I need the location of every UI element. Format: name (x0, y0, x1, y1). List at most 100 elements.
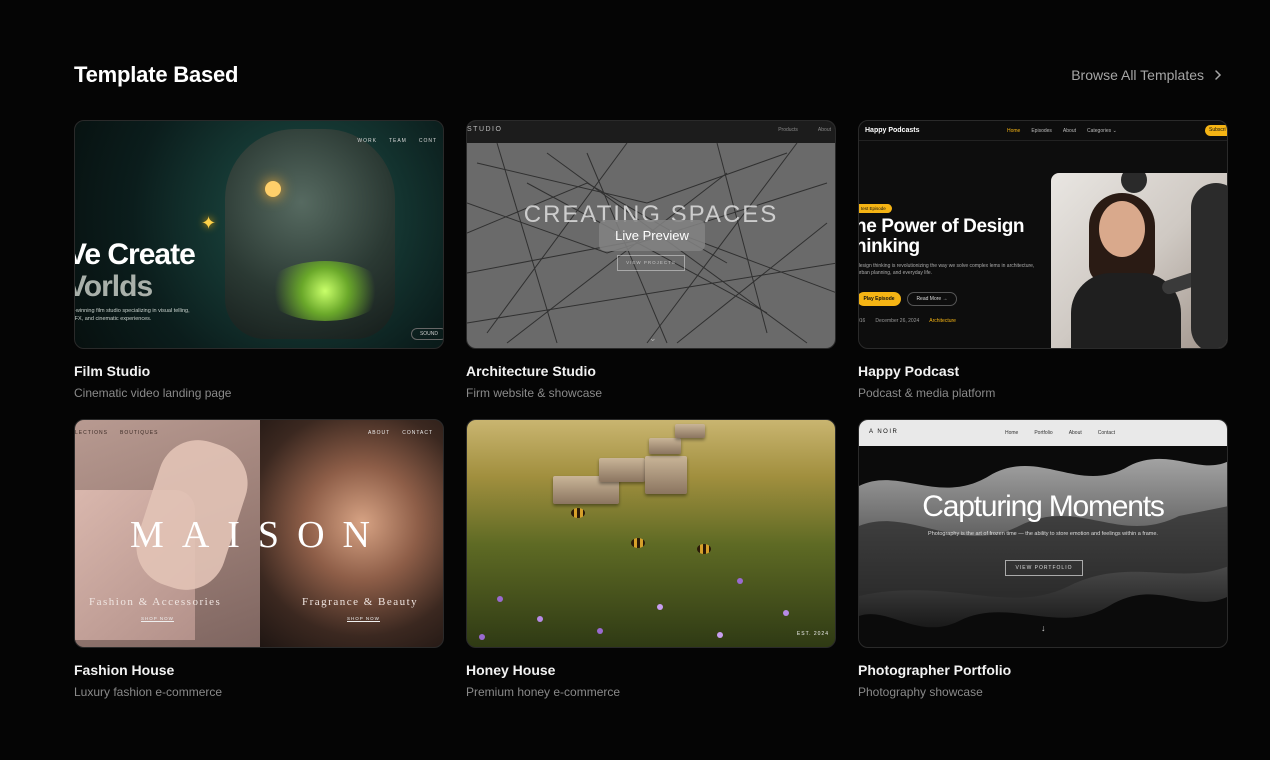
fashion-shop-link: SHOP NOW (347, 616, 380, 622)
film-blurb: d-winning film studio specializing in vi… (74, 308, 190, 322)
card-subtitle: Podcast & media platform (858, 386, 996, 400)
film-headline-line2: Vorlds (74, 270, 153, 303)
flower-icon (537, 616, 543, 622)
sound-toggle: SOUND (410, 328, 443, 340)
photo-headline: Capturing Moments (922, 490, 1165, 523)
bee-icon (571, 508, 585, 518)
robot-eye-glow (265, 181, 281, 197)
photo-blurb: Photography is the art of frozen time — … (928, 531, 1158, 537)
podcast-host-photo (1051, 173, 1227, 348)
architecture-nav-item: Products (778, 127, 798, 133)
podcast-nav-item: Home (1007, 128, 1021, 134)
fashion-shop-link: SHOP NOW (141, 616, 174, 622)
card-title: Film Studio (74, 363, 151, 379)
photo-view-portfolio-button: VIEW PORTFOLIO (1005, 560, 1083, 576)
guest-silhouette (1191, 183, 1227, 348)
flower-icon (479, 634, 485, 640)
photo-nav-item: Contact (1097, 430, 1115, 436)
fashion-nav-left: LECTIONS BOUTIQUES (75, 430, 158, 436)
photo-nav-item: Home (1005, 430, 1019, 436)
card-subtitle: Cinematic video landing page (74, 386, 232, 400)
film-studio-thumbnail[interactable]: ✦ WORK TEAM CONT Ve Create Vorlds d-winn… (74, 120, 444, 349)
template-card-architecture-studio[interactable]: STUDIO Products About CREATING SPACES Ar… (466, 120, 836, 419)
fashion-label-right: Fragrance & Beauty (302, 596, 419, 608)
beehive (645, 456, 687, 494)
honey-stamp: EST. 2024 (796, 631, 829, 637)
podcast-play-button: Play Episode (859, 292, 901, 306)
photo-nav-item: About (1068, 430, 1082, 436)
card-title: Fashion House (74, 662, 175, 678)
template-grid: ✦ WORK TEAM CONT Ve Create Vorlds d-winn… (74, 120, 1228, 718)
film-headline-line1: Ve Create (74, 238, 196, 271)
vinyl-record (1121, 173, 1147, 193)
fashion-label-left: Fashion & Accessories (89, 596, 222, 608)
film-nav-item: CONT (418, 138, 437, 144)
flower-icon (597, 628, 603, 634)
podcast-nav-item: About (1062, 128, 1076, 134)
podcast-subscribe-button: Subscri (1205, 125, 1227, 136)
architecture-nav: Products About (778, 127, 831, 133)
architecture-studio-thumbnail[interactable]: STUDIO Products About CREATING SPACES Ar… (466, 120, 836, 349)
podcast-read-more-button: Read More → (907, 292, 957, 306)
fashion-nav-item: LECTIONS (75, 430, 109, 436)
card-title: Honey House (466, 662, 556, 678)
plant-glow (265, 261, 385, 321)
bee-icon (631, 538, 645, 548)
flower-icon (783, 610, 789, 616)
photo-nav: Home Portfolio About Contact (1005, 430, 1115, 436)
flower-icon (737, 578, 743, 584)
happy-podcast-thumbnail[interactable]: Happy Podcasts Home Episodes About Categ… (858, 120, 1228, 349)
live-preview-button[interactable]: Live Preview (599, 220, 705, 251)
podcast-category: Architecture (929, 318, 956, 324)
chevron-right-icon (1215, 70, 1222, 80)
host-face (1099, 201, 1145, 257)
template-card-fashion-house[interactable]: LECTIONS BOUTIQUES ABOUT CONTACT MAISON … (74, 419, 444, 718)
template-card-honey-house[interactable]: EST. 2024 Honey House Premium honey e-co… (466, 419, 836, 718)
card-subtitle: Firm website & showcase (466, 386, 603, 400)
film-nav-item: TEAM (388, 138, 407, 144)
card-title: Photographer Portfolio (858, 662, 1012, 678)
fashion-nav-item: CONTACT (402, 430, 433, 436)
arrow-down-icon: ↓ (1041, 623, 1046, 633)
film-nav: WORK TEAM CONT (357, 138, 437, 144)
photo-nav-item: Portfolio (1034, 430, 1053, 436)
architecture-view-button: VIEW PROJECTS (617, 255, 685, 271)
podcast-nav-item: Episodes (1031, 128, 1052, 134)
fashion-nav-item: BOUTIQUES (120, 430, 159, 436)
card-title: Happy Podcast (858, 363, 960, 379)
fashion-nav-right: ABOUT CONTACT (368, 430, 433, 436)
podcast-date: December 26, 2024 (875, 318, 920, 324)
flower-icon (657, 604, 663, 610)
fashion-nav-item: ABOUT (367, 430, 391, 436)
flower-icon (497, 596, 503, 602)
browse-all-label: Browse All Templates (1071, 67, 1204, 83)
template-card-photographer-portfolio[interactable]: A NOIR Home Portfolio About Contact Capt… (858, 419, 1228, 718)
architecture-nav-item: About (817, 127, 831, 133)
wave-landscape (859, 458, 1227, 628)
podcast-blurb: design thinking is revolutionizing the w… (858, 263, 1035, 276)
podcast-meta: 016 December 26, 2024 Architecture (859, 318, 956, 324)
card-subtitle: Photography showcase (858, 685, 983, 699)
film-headline: Ve Create Vorlds (74, 238, 196, 303)
architecture-brand: STUDIO (467, 126, 503, 133)
beehive (675, 424, 705, 438)
podcast-logo: Happy Podcasts (865, 127, 920, 134)
podcast-headline: he Power of Design hinking (858, 216, 1025, 257)
template-card-film-studio[interactable]: ✦ WORK TEAM CONT Ve Create Vorlds d-winn… (74, 120, 444, 419)
honey-house-thumbnail[interactable]: EST. 2024 (466, 419, 836, 648)
fashion-house-thumbnail[interactable]: LECTIONS BOUTIQUES ABOUT CONTACT MAISON … (74, 419, 444, 648)
card-subtitle: Premium honey e-commerce (466, 685, 621, 699)
chevron-down-icon: ⌄ (649, 333, 657, 343)
browse-all-templates-link[interactable]: Browse All Templates (1071, 67, 1224, 83)
bee-icon (697, 544, 711, 554)
butterfly-icon: ✦ (201, 213, 217, 233)
podcast-episode-tag: test Episode (859, 204, 892, 213)
photographer-portfolio-thumbnail[interactable]: A NOIR Home Portfolio About Contact Capt… (858, 419, 1228, 648)
flower-icon (717, 632, 723, 638)
template-card-happy-podcast[interactable]: Happy Podcasts Home Episodes About Categ… (858, 120, 1228, 419)
photo-logo: A NOIR (869, 429, 899, 435)
podcast-episode-number: 016 (859, 318, 866, 324)
film-nav-item: WORK (357, 138, 377, 144)
beehive (649, 438, 681, 454)
card-subtitle: Luxury fashion e-commerce (74, 685, 223, 699)
